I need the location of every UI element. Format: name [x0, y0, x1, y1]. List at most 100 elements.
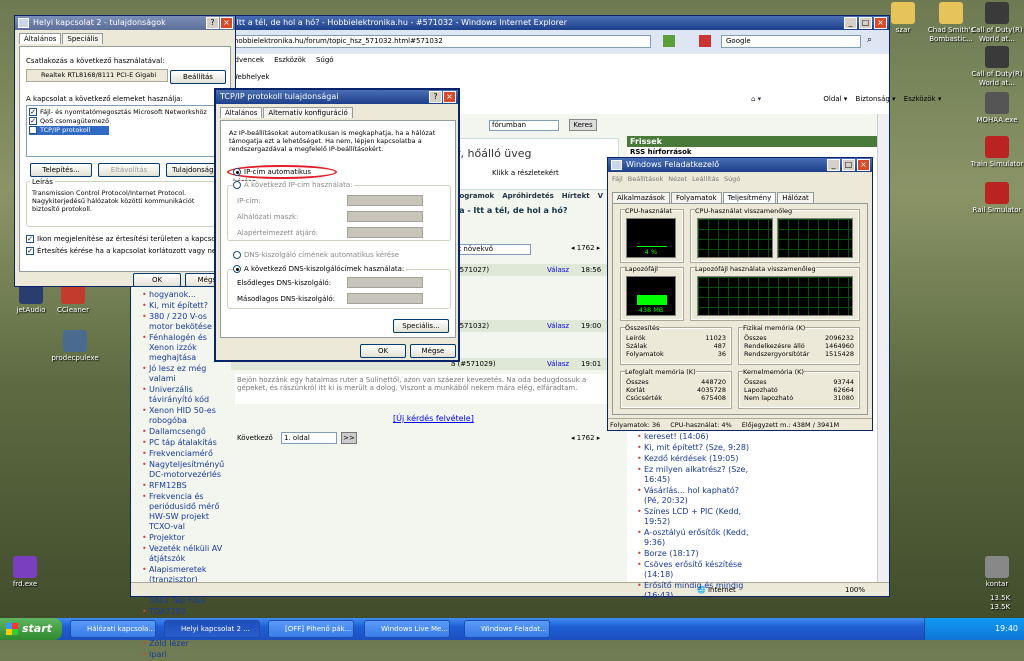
search-input[interactable]: Google	[721, 35, 861, 48]
topic-link[interactable]: Frekvencia és periódusidő mérő HW-SW pro…	[141, 492, 229, 532]
ok-button[interactable]: OK	[360, 344, 406, 358]
list-item[interactable]: ✓ QoS csomagütemező	[29, 117, 223, 126]
ip-field[interactable]	[347, 195, 423, 206]
topic-link[interactable]: kereset! (14:06)	[636, 432, 756, 442]
advanced-button[interactable]: Speciális...	[393, 319, 449, 333]
topic-link[interactable]: Színes LCD + PIC (Kedd, 19:52)	[636, 507, 756, 527]
tab-processes[interactable]: Folyamatok	[670, 192, 722, 203]
menu-tools[interactable]: Eszközök	[274, 56, 306, 64]
menu-help[interactable]: Súgó	[316, 56, 334, 64]
topic-link[interactable]: RFM12BS	[141, 481, 229, 491]
desktop-icon-cod1[interactable]: Call of Duty(R) World at...	[966, 2, 1024, 44]
task-task-manager[interactable]: Windows Feladat...	[464, 620, 550, 638]
topic-link[interactable]: Projektor	[141, 533, 229, 543]
stop-icon[interactable]	[699, 35, 711, 47]
task-ie[interactable]: [OFF] Pihenő pák...	[268, 620, 354, 638]
nav-ads[interactable]: Apróhirdetés	[502, 192, 554, 200]
new-question-link[interactable]: [Új kérdés felvétele]	[393, 414, 474, 423]
manual-ip-radio[interactable]: A következő IP-cím használata:	[233, 181, 355, 189]
task-lan-properties[interactable]: Helyi kapcsolat 2 ...	[164, 620, 260, 638]
desktop-icon-kontar[interactable]: kontar	[966, 556, 1024, 589]
clock[interactable]: 19:40	[995, 624, 1018, 633]
topic-link[interactable]: Vezeték nélküli AV átjátszók	[141, 544, 229, 564]
minimize-button[interactable]: _	[844, 17, 857, 29]
auto-ip-radio[interactable]: IP-cím automatikus kérése	[227, 165, 337, 186]
install-button[interactable]: Telepítés...	[30, 163, 92, 177]
favorites-bar[interactable]: Webhelyek	[231, 73, 269, 81]
mask-field[interactable]	[347, 211, 423, 222]
list-item[interactable]: ✓ Fájl- és nyomtatómegosztás Microsoft Ne…	[29, 108, 223, 117]
reply-link[interactable]: Válasz	[547, 264, 569, 276]
help-button[interactable]: ?	[429, 91, 442, 103]
dns1-field[interactable]	[347, 277, 423, 288]
tab-network[interactable]: Hálózat	[777, 192, 814, 203]
auto-dns-radio[interactable]: DNS-kiszolgáló címének automatikus kérés…	[233, 251, 399, 259]
minimize-button[interactable]: _	[827, 159, 840, 171]
close-button[interactable]: ×	[443, 91, 456, 103]
tab-advanced[interactable]: Speciális	[62, 33, 104, 44]
gateway-field[interactable]	[347, 227, 423, 238]
maximize-button[interactable]: □	[859, 17, 872, 29]
topic-link[interactable]: Ez milyen alkatrész? (Sze, 16:45)	[636, 465, 756, 485]
topic-link[interactable]: Nagyteljesítményű DC-motorvezérlés	[141, 460, 229, 480]
go-button[interactable]: >>	[341, 432, 357, 444]
topic-link[interactable]: Kezdő kérdések (19:05)	[636, 454, 756, 464]
forum-search-button[interactable]: Keres	[569, 119, 597, 131]
topic-link[interactable]: Ipari	[141, 650, 229, 660]
topic-link[interactable]: Erősítő mindig és mindig (16:43)	[636, 581, 756, 601]
cancel-button[interactable]: Mégse	[410, 344, 456, 358]
tab-performance[interactable]: Teljesítmény	[722, 192, 777, 203]
start-button[interactable]: start	[0, 618, 62, 640]
desktop-icon-cod2[interactable]: Call of Duty(R) World at...	[966, 46, 1024, 88]
task-network-connections[interactable]: Hálózati kapcsola...	[70, 620, 156, 638]
tab-alternate[interactable]: Alternatív konfiguráció	[263, 107, 353, 118]
menu-help[interactable]: Súgó	[724, 175, 740, 183]
list-item[interactable]: ✓ TCP/IP protokoll	[29, 126, 109, 135]
topic-link[interactable]: Ki, mit épített? (Sze, 9:28)	[636, 443, 756, 453]
menu-options[interactable]: Beállítások	[628, 175, 664, 183]
dns2-field[interactable]	[347, 293, 423, 304]
reply-link[interactable]: Válasz	[547, 320, 569, 332]
refresh-icon[interactable]	[663, 35, 675, 47]
menu-file[interactable]: Fájl	[612, 175, 623, 183]
topic-link[interactable]: Zöld lézer	[141, 639, 229, 649]
components-list[interactable]: ✓ Fájl- és nyomtatómegosztás Microsoft Ne…	[26, 105, 226, 157]
desktop-icon-frd[interactable]: frd.exe	[0, 556, 56, 589]
task-live-messenger[interactable]: Windows Live Me...	[364, 620, 450, 638]
cmd-page[interactable]: Oldal	[823, 95, 841, 103]
close-button[interactable]: ×	[220, 17, 233, 29]
desktop-icon-rail[interactable]: Rail Simulator	[966, 182, 1024, 215]
topic-link[interactable]: Borze (18:17)	[636, 549, 756, 559]
ie-titlebar[interactable]: hobbielektronika.hu - Itt a tél, de hol …	[131, 16, 889, 30]
desktop-icon-mohaa[interactable]: MOHAA.exe	[966, 92, 1024, 125]
maximize-button[interactable]: □	[842, 159, 855, 171]
menu-view[interactable]: Nézet	[668, 175, 687, 183]
home-icon[interactable]: ⌂ ▾	[751, 95, 763, 103]
topic-link[interactable]: Frekvenciamérő	[141, 449, 229, 459]
page-select[interactable]: 1. oldal	[281, 432, 337, 444]
topic-link[interactable]: A-osztályú erősítők (Kedd, 9:36)	[636, 528, 756, 548]
topic-link[interactable]: PC táp átalakítás	[141, 438, 229, 448]
topic-link[interactable]: Vásárlás... hol kapható? (Pé, 20:32)	[636, 486, 756, 506]
topic-link[interactable]: Univerzális távirányító kód	[141, 385, 229, 405]
tm-titlebar[interactable]: Windows Feladatkezelő _ □ ×	[608, 158, 872, 172]
nav-more[interactable]: V	[598, 192, 603, 200]
ok-button[interactable]: OK	[133, 273, 181, 287]
order-select[interactable]: nt növekvő	[451, 244, 531, 255]
help-button[interactable]: ?	[206, 17, 219, 29]
cmd-tools[interactable]: Eszközök	[904, 95, 936, 103]
topic-link[interactable]: Dallamcsengő	[141, 427, 229, 437]
close-button[interactable]: ×	[874, 17, 887, 29]
tab-general[interactable]: Általános	[220, 107, 263, 118]
uninstall-button[interactable]: Eltávolítás	[98, 163, 160, 177]
menu-shutdown[interactable]: Leállítás	[692, 175, 719, 183]
topic-link[interactable]: Xenon HID 50-es robogóba	[141, 406, 229, 426]
zoom-level[interactable]: 100%	[845, 583, 865, 597]
desktop-icon-prodecpu[interactable]: prodecpulexe	[44, 330, 106, 363]
desktop-icon-train[interactable]: Train Simulator	[966, 136, 1024, 169]
forum-search-select[interactable]: fórumban	[489, 120, 559, 131]
reply-link[interactable]: Válasz	[547, 358, 569, 370]
search-icon[interactable]: ⌕	[867, 35, 881, 48]
tab-general[interactable]: Általános	[19, 33, 62, 44]
tab-applications[interactable]: Alkalmazások	[612, 192, 670, 203]
